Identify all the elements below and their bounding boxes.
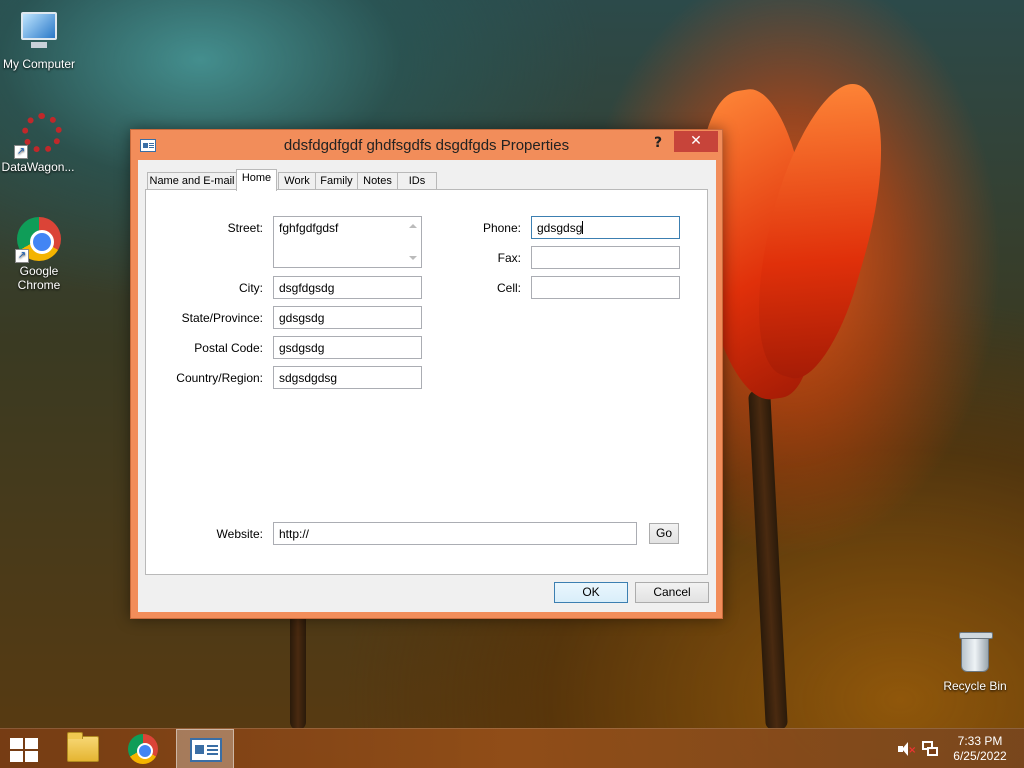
taskbar-clock[interactable]: 7:33 PM 6/25/2022 <box>944 734 1016 764</box>
volume-muted-icon[interactable]: × <box>898 742 916 756</box>
country-region-label: Country/Region: <box>176 371 263 385</box>
desktop-icon-my-computer[interactable]: My Computer <box>1 10 77 71</box>
dialog-client-area: Name and E-mail Home Work Family Notes I… <box>138 160 716 612</box>
street-label: Street: <box>227 221 263 235</box>
computer-icon <box>17 10 61 54</box>
state-province-label: State/Province: <box>181 311 263 325</box>
scroll-up-icon[interactable] <box>409 224 417 228</box>
fax-label: Fax: <box>497 251 521 265</box>
dialog-titlebar[interactable]: ddsfdgdfgdf ghdfsgdfs dsgdfgds Propertie… <box>131 130 722 160</box>
taskbar-chrome[interactable] <box>114 729 172 768</box>
fax-field[interactable] <box>531 246 680 269</box>
desktop-icon-label: My Computer <box>2 57 76 71</box>
scroll-down-icon[interactable] <box>409 256 417 260</box>
dialog-title: ddsfdgdfgdf ghdfsgdfs dsgdfgds Propertie… <box>283 137 570 154</box>
ok-button[interactable]: OK <box>554 582 628 603</box>
network-icon[interactable] <box>922 741 938 757</box>
city-field[interactable]: dsgfdgsdg <box>273 276 422 299</box>
chrome-icon <box>128 734 158 764</box>
postal-code-field[interactable]: gsdgsdg <box>273 336 422 359</box>
start-icon[interactable] <box>10 738 38 762</box>
phone-field[interactable]: gdsgdsg <box>531 216 680 239</box>
home-tab-panel: Street: fghfgdfgdsf City: dsgfdgsdg Stat… <box>145 189 708 575</box>
wallpaper-stem <box>748 389 788 731</box>
text-caret <box>582 221 584 234</box>
clock-time: 7:33 PM <box>957 734 1003 748</box>
recycle-bin-icon <box>953 632 997 676</box>
city-label: City: <box>239 281 263 295</box>
postal-code-label: Postal Code: <box>194 341 263 355</box>
phone-label: Phone: <box>482 221 521 235</box>
desktop-icon-datawagon[interactable]: ↗ DataWagon... <box>0 113 76 174</box>
chrome-icon: ↗ <box>15 217 61 263</box>
clock-date: 6/25/2022 <box>953 749 1007 763</box>
cell-field[interactable] <box>531 276 680 299</box>
tab-home[interactable]: Home <box>236 169 277 191</box>
desktop-icon-recycle-bin[interactable]: Recycle Bin <box>937 632 1013 693</box>
cancel-button[interactable]: Cancel <box>635 582 709 603</box>
go-button[interactable]: Go <box>649 523 679 544</box>
desktop-icon-label: DataWagon... <box>1 160 75 174</box>
website-field[interactable]: http:// <box>273 522 637 545</box>
state-province-field[interactable]: gdsgsdg <box>273 306 422 329</box>
street-scrollbar[interactable] <box>405 217 421 267</box>
help-button[interactable]: ? <box>643 132 673 154</box>
properties-dialog: ddsfdgdfgdf ghdfsgdfs dsgdfgds Propertie… <box>130 129 723 619</box>
wallpaper-stem-2 <box>290 610 306 730</box>
taskbar-file-explorer[interactable] <box>52 729 110 768</box>
website-label: Website: <box>216 527 263 541</box>
cell-label: Cell: <box>496 281 521 295</box>
close-button[interactable]: ✕ <box>674 131 718 152</box>
street-textarea[interactable]: fghfgdfgdsf <box>273 216 422 268</box>
desktop-icon-label: Recycle Bin <box>943 679 1007 693</box>
datawagon-icon: ↗ <box>14 113 62 159</box>
street-value: fghfgdfgdsf <box>279 221 339 235</box>
country-region-field[interactable]: sdgsdgdsg <box>273 366 422 389</box>
taskbar-contact-properties[interactable] <box>176 729 234 768</box>
phone-value: gdsgdsg <box>537 221 583 235</box>
file-explorer-icon <box>67 732 99 762</box>
contact-card-icon <box>190 738 222 762</box>
taskbar: × 7:33 PM 6/25/2022 <box>0 728 1024 768</box>
desktop-icon-label: Google Chrome <box>17 264 61 292</box>
desktop-icon-google-chrome[interactable]: ↗ Google Chrome <box>1 217 77 292</box>
